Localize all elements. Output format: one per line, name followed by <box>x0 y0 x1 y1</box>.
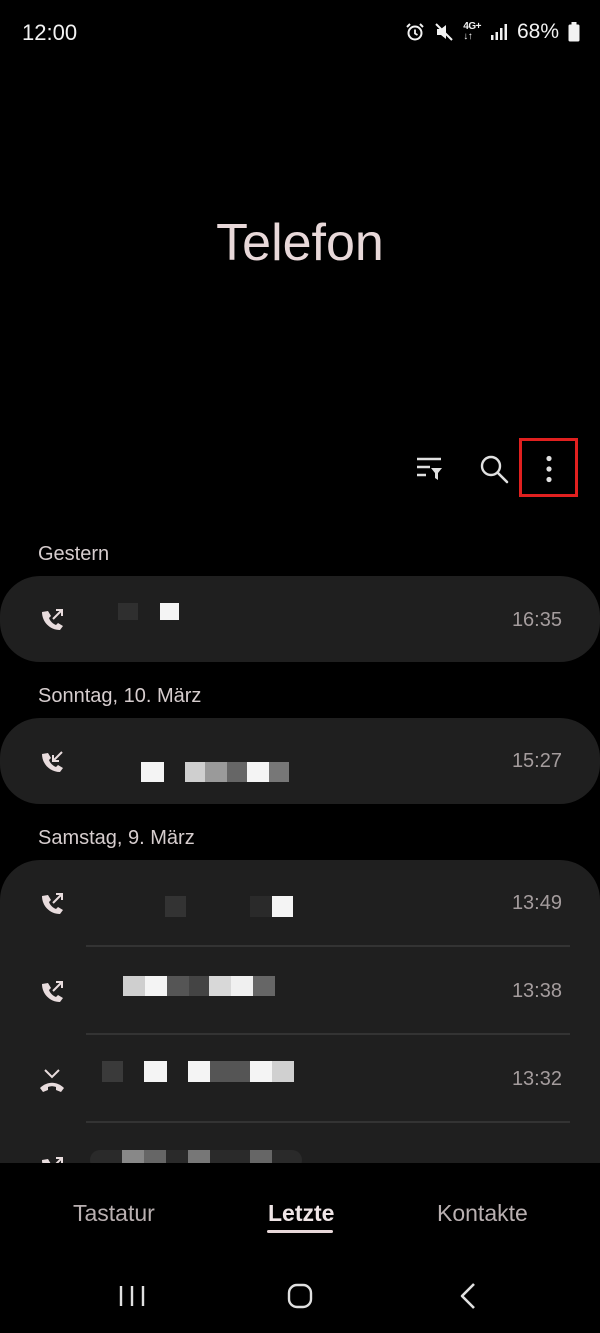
network-label: 4G+ <box>463 21 481 32</box>
outgoing-call-icon <box>38 978 66 1006</box>
search-icon <box>479 454 509 489</box>
bottom-tab-bar: Tastatur Letzte Kontakte <box>0 1180 600 1250</box>
call-log-row[interactable]: 13:38 <box>0 948 600 1036</box>
section-header: Gestern <box>38 543 110 565</box>
rejected-call-icon <box>38 1066 66 1094</box>
navigation-bar <box>0 1260 600 1333</box>
back-icon <box>459 1282 477 1315</box>
call-time: 13:49 <box>511 892 562 914</box>
outgoing-call-icon <box>38 890 66 918</box>
redacted-contact <box>167 976 189 996</box>
redacted-contact <box>188 1061 210 1082</box>
tab-recents[interactable]: Letzte <box>268 1200 334 1227</box>
redacted-contact <box>231 976 253 996</box>
call-log-row[interactable]: 16:35 <box>0 576 600 662</box>
call-log-row[interactable]: 13:49 <box>0 860 600 948</box>
outgoing-call-icon <box>38 606 66 634</box>
active-tab-indicator <box>267 1230 333 1233</box>
alarm-icon <box>405 22 425 42</box>
call-group-card: 16:35 <box>0 576 600 662</box>
page-title: Telefon <box>216 214 384 272</box>
redacted-contact <box>160 603 179 620</box>
filter-icon <box>416 456 444 487</box>
call-log-row[interactable]: 15:27 <box>0 718 600 804</box>
status-icons: 4G+ ↓↑ 68% <box>405 20 580 44</box>
call-time: 13:32 <box>511 1068 562 1090</box>
highlight-box <box>519 438 578 497</box>
redacted-contact <box>250 896 272 917</box>
redacted-contact <box>269 762 289 782</box>
call-time: 13:38 <box>511 980 562 1002</box>
redacted-contact <box>144 1061 167 1082</box>
tab-contacts[interactable]: Kontakte <box>437 1200 528 1227</box>
redacted-contact <box>227 762 247 782</box>
redacted-contact <box>123 976 145 996</box>
redacted-contact <box>141 762 164 782</box>
recent-apps-button[interactable] <box>112 1278 152 1318</box>
redacted-contact <box>144 1150 166 1163</box>
outgoing-call-icon <box>38 1154 66 1163</box>
divider <box>86 1033 570 1035</box>
battery-icon <box>568 22 580 42</box>
call-time: 15:27 <box>511 750 562 772</box>
incoming-call-icon <box>38 748 66 776</box>
status-time: 12:00 <box>22 20 78 45</box>
redacted-contact <box>118 603 138 620</box>
redacted-contact <box>247 762 269 782</box>
redacted-contact <box>189 976 209 996</box>
signal-icon <box>490 23 508 41</box>
redacted-contact <box>250 1150 272 1163</box>
divider <box>86 1121 570 1123</box>
back-button[interactable] <box>448 1278 488 1318</box>
redacted-contact <box>122 1150 144 1163</box>
call-time: 16:35 <box>511 609 562 631</box>
status-bar: 12:00 4G+ ↓↑ 68% <box>0 0 600 70</box>
redacted-contact <box>185 762 205 782</box>
home-button[interactable] <box>280 1278 320 1318</box>
battery-percentage: 68% <box>516 20 559 43</box>
redacted-contact <box>188 1150 210 1163</box>
redacted-contact <box>210 1061 230 1082</box>
call-group-card: 15:27 <box>0 718 600 804</box>
redacted-contact <box>250 1061 272 1082</box>
network-4g-icon: 4G+ ↓↑ <box>463 21 481 42</box>
redacted-contact <box>165 896 186 917</box>
filter-button[interactable] <box>405 448 455 494</box>
redacted-contact <box>145 976 167 996</box>
recent-apps-icon <box>119 1284 145 1313</box>
search-button[interactable] <box>469 448 519 494</box>
redacted-contact <box>209 976 231 996</box>
redacted-contact <box>253 976 275 996</box>
call-log-row[interactable] <box>0 1124 600 1163</box>
redacted-contact <box>230 1061 250 1082</box>
tab-keypad[interactable]: Tastatur <box>73 1200 155 1227</box>
call-group-card: 13:49 13:38 13:32 <box>0 860 600 1163</box>
mute-icon <box>434 22 454 42</box>
redacted-contact <box>272 1061 294 1082</box>
section-header: Sonntag, 10. März <box>38 685 202 707</box>
divider <box>86 945 570 947</box>
call-log-row[interactable]: 13:32 <box>0 1036 600 1124</box>
redacted-contact <box>102 1061 123 1082</box>
redacted-contact <box>272 896 293 917</box>
section-header: Samstag, 9. März <box>38 827 195 849</box>
redacted-contact <box>205 762 227 782</box>
home-icon <box>287 1283 313 1314</box>
